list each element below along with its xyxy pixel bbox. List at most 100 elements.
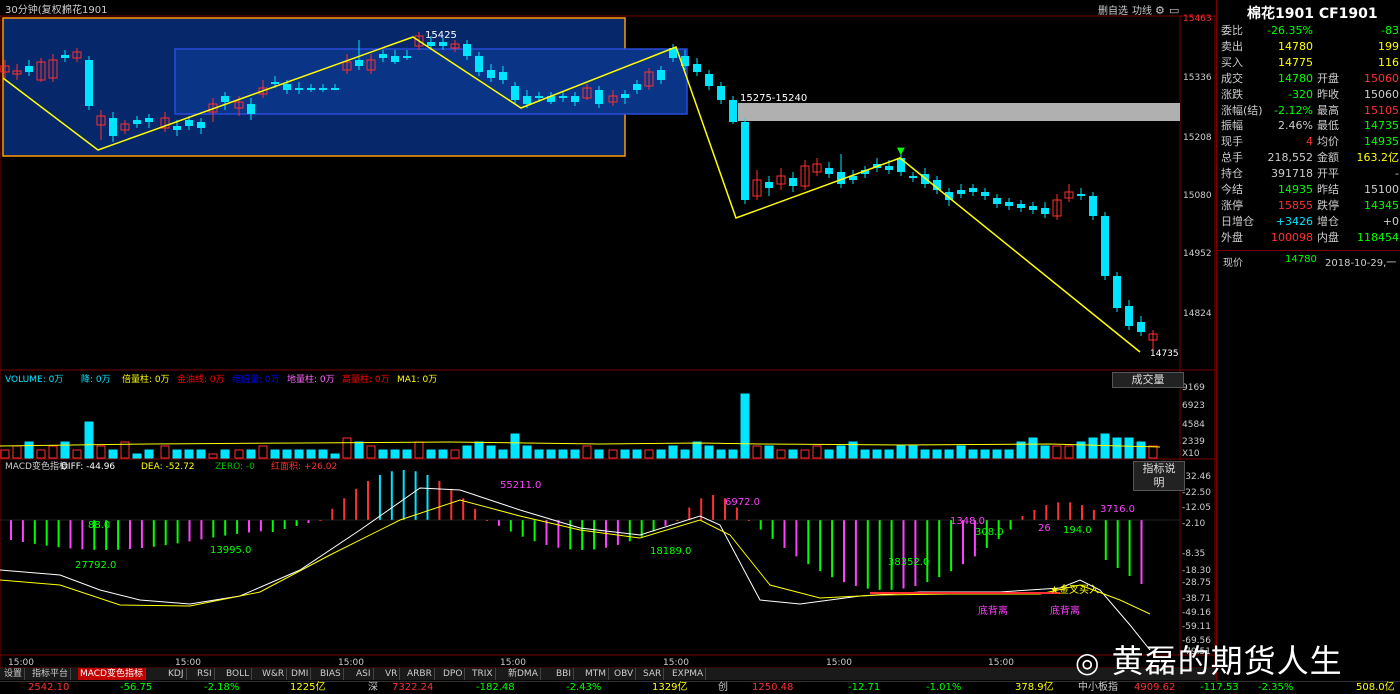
indicator-tab[interactable]: 新DMA xyxy=(506,668,541,680)
candle-body-down xyxy=(25,66,33,72)
indicator-tab[interactable]: 指标平台 xyxy=(30,668,72,680)
volume-bar xyxy=(968,449,978,459)
candle-body-down xyxy=(403,56,411,58)
volume-header-item: 降: 0万 xyxy=(81,373,111,385)
quote-value: 14735 xyxy=(1364,119,1399,133)
volume-bar xyxy=(1088,437,1098,459)
macd-bar xyxy=(295,520,298,526)
volume-bar xyxy=(96,445,106,459)
indicator-tab[interactable]: OBV xyxy=(612,668,637,680)
macd-bar xyxy=(10,520,12,540)
macd-value-label: 18189.0 xyxy=(650,546,691,557)
indicator-help-button[interactable]: 指标说明 xyxy=(1133,461,1185,491)
volume-tick: X10 xyxy=(1182,449,1200,459)
quote-value: 199 xyxy=(1378,39,1399,53)
candle-body-down xyxy=(295,88,303,90)
macd-tick: -38.71 xyxy=(1182,594,1211,604)
volume-bar xyxy=(486,445,496,459)
price-axis: 15463 15336 15208 15080 14952 14824 xyxy=(1183,14,1212,319)
volume-bar xyxy=(108,449,118,459)
indicator-tab[interactable]: KDJ xyxy=(166,668,187,680)
indicator-tab[interactable]: DPO xyxy=(441,668,466,680)
quote-row: 委比 -26.35% -83 xyxy=(1217,23,1400,38)
settings-icon[interactable]: ⚙ xyxy=(1155,4,1165,17)
volume-bar xyxy=(608,449,618,459)
current-price-label: 现价 xyxy=(1223,258,1243,269)
volume-bar xyxy=(306,449,316,459)
quote-value: 163.2亿 xyxy=(1356,151,1400,165)
macd-bar xyxy=(497,520,500,526)
macd-bar xyxy=(1116,520,1119,568)
chart-canvas[interactable]: ▼ 154552.35%154052.02%153551.69%153031.3… xyxy=(0,0,1400,693)
volume-bar xyxy=(342,437,352,459)
toolbar-function[interactable]: 功线 xyxy=(1132,4,1152,17)
indicator-tab[interactable]: ARBR xyxy=(405,668,435,680)
macd-value-label: 88.0 xyxy=(88,520,110,531)
indicator-tab[interactable]: BBI xyxy=(554,668,575,680)
indicator-tab[interactable]: BOLL xyxy=(224,668,253,680)
volume-bar xyxy=(12,445,22,459)
quote-label: 涨跌 xyxy=(1221,87,1243,101)
macd-bar xyxy=(926,520,929,583)
macd-bar xyxy=(807,520,810,565)
macd-bar xyxy=(140,520,143,549)
indicator-tab[interactable]: RSI xyxy=(195,668,215,680)
macd-bar xyxy=(688,507,691,520)
macd-bar xyxy=(33,520,36,544)
price-tick: 15080 xyxy=(1183,191,1212,201)
indicator-tab[interactable]: MTM xyxy=(583,668,610,680)
indicator-tab[interactable]: MACD变色指标 xyxy=(78,668,146,680)
macd-bar xyxy=(1021,516,1024,520)
candle-body-down xyxy=(1089,196,1097,216)
macd-axis: -32.46 -22.50 -12.05 -2.10 -8.35 -18.30 -28.75… xyxy=(1182,472,1211,657)
index-status-item: -2.43% xyxy=(566,682,602,693)
macd-bar xyxy=(462,498,465,520)
quote-label: 内盘 xyxy=(1317,230,1339,244)
indicator-tab[interactable]: BIAS xyxy=(318,668,344,680)
indicator-tab[interactable]: EXPMA xyxy=(670,668,707,680)
indicator-tab[interactable]: DMI xyxy=(289,668,312,680)
macd-tick: -32.46 xyxy=(1182,472,1211,482)
indicator-tab[interactable]: VR xyxy=(383,668,401,680)
macd-lines xyxy=(0,487,1180,651)
quote-value: 100098 xyxy=(1271,230,1313,244)
indicator-tab[interactable]: SAR xyxy=(641,668,665,680)
macd-tick: -8.35 xyxy=(1182,549,1205,559)
window-icon[interactable]: ▭ xyxy=(1169,4,1179,17)
volume-bar xyxy=(208,453,218,459)
indicator-tab[interactable]: ASI xyxy=(354,668,374,680)
indicator-tab[interactable]: 设置 xyxy=(2,668,26,680)
volume-header-item: VOLUME: 0万 xyxy=(5,375,63,385)
candle-body-down xyxy=(897,158,905,172)
volume-bar xyxy=(246,449,256,459)
quote-title: 棉花1901 CF1901 xyxy=(1247,6,1378,22)
time-tick: 15:00 xyxy=(338,658,364,668)
candle-body-down xyxy=(1077,194,1085,196)
macd-bar xyxy=(712,495,715,520)
macd-tick: -2.10 xyxy=(1182,519,1206,529)
quote-row: 涨幅(结) -2.12% 最高 15105 xyxy=(1217,103,1400,118)
candle-body-down xyxy=(355,60,363,66)
candle-body-down xyxy=(1041,208,1049,214)
macd-header: MACD变色指标DIFF: -44.96 DEA: -52.72 ZERO: -0 红… xyxy=(5,460,337,472)
gap-zone xyxy=(738,103,1180,121)
macd-bar xyxy=(950,520,953,572)
quote-label: 涨停 xyxy=(1221,198,1243,212)
indicator-tab[interactable]: TRIX xyxy=(470,668,496,680)
volume-bar xyxy=(632,449,642,459)
candle-body-down xyxy=(765,182,773,188)
volume-indicator-button[interactable]: 成交量 xyxy=(1112,372,1184,388)
quote-value: -26.35% xyxy=(1267,24,1313,37)
time-tick: 15:00 xyxy=(826,658,852,668)
volume-bar xyxy=(1064,445,1074,459)
indicator-tab[interactable]: W&R xyxy=(260,668,288,680)
quote-value: 15105 xyxy=(1364,103,1399,117)
volume-bar xyxy=(172,449,182,459)
volume-bar xyxy=(716,449,726,459)
macd-bar xyxy=(593,520,596,550)
indicator-tab-bar: 设置 指标平台 MACD变色指标 KDJ RSI BOLL W&R DMI BIAS ASI VR A… xyxy=(0,668,1216,680)
toolbar-watchlist[interactable]: 删自选 xyxy=(1098,4,1128,17)
volume-bar xyxy=(1112,437,1122,459)
macd-bar xyxy=(1069,502,1072,520)
quote-value: 4 xyxy=(1306,135,1313,149)
